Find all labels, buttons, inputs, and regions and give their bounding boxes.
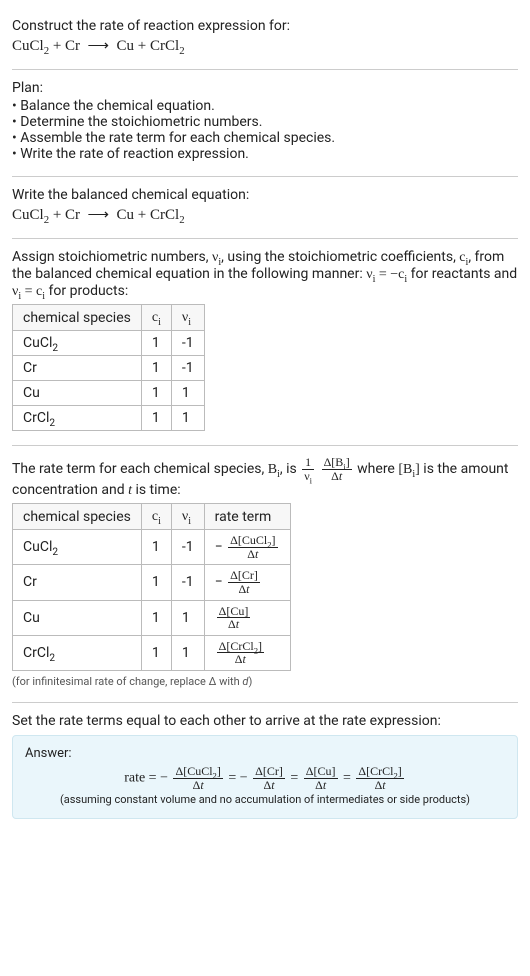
answer-equation: rate = − Δ[CuCl2]Δt = − Δ[Cr]Δt = Δ[Cu]Δ… [25, 765, 505, 791]
cell-rate: Δ[Cu]Δt [204, 600, 290, 635]
final-title: Set the rate terms equal to each other t… [12, 713, 518, 729]
table-row: Cu 1 1 [13, 381, 205, 406]
plan-item: Determine the stoichiometric numbers. [12, 114, 518, 130]
cell-ci: 1 [141, 635, 171, 670]
cell-ci: 1 [141, 406, 171, 431]
col-species: chemical species [13, 504, 142, 530]
table-row: Cr 1 -1 − Δ[Cr]Δt [13, 565, 291, 600]
rateterm-note: (for infinitesimal rate of change, repla… [12, 675, 518, 688]
cell-ci: 1 [141, 600, 171, 635]
final-section: Set the rate terms equal to each other t… [12, 707, 518, 823]
cell-rate: − Δ[Cr]Δt [204, 565, 290, 600]
cell-ci: 1 [141, 381, 171, 406]
cell-vi: -1 [171, 356, 204, 381]
cell-species: Cu [13, 381, 142, 406]
rateterm-section: The rate term for each chemical species,… [12, 450, 518, 698]
balanced-title: Write the balanced chemical equation: [12, 187, 518, 203]
prompt-section: Construct the rate of reaction expressio… [12, 12, 518, 65]
stoich-table: chemical species ci νi CuCl2 1 -1 Cr 1 -… [12, 304, 205, 431]
reaction-equation: CuCl2 + Cr ⟶ Cu + CrCl2 [12, 36, 518, 55]
prompt-text: Construct the rate of reaction expressio… [12, 18, 518, 34]
table-row: CuCl2 1 -1 − Δ[CuCl2]Δt [13, 530, 291, 565]
stoich-section: Assign stoichiometric numbers, νi, using… [12, 243, 518, 441]
cell-vi: 1 [171, 406, 204, 431]
cell-species: CrCl2 [13, 635, 142, 670]
col-rateterm: rate term [204, 504, 290, 530]
answer-label: Answer: [25, 746, 505, 761]
plan-item: Balance the chemical equation. [12, 98, 518, 114]
table-row: Cu 1 1 Δ[Cu]Δt [13, 600, 291, 635]
stoich-explain: Assign stoichiometric numbers, νi, using… [12, 249, 518, 300]
cell-ci: 1 [141, 331, 171, 356]
divider [12, 445, 518, 446]
rateterm-explain: The rate term for each chemical species,… [12, 456, 518, 499]
table-row: CuCl2 1 -1 [13, 331, 205, 356]
cell-vi: -1 [171, 530, 204, 565]
cell-rate: − Δ[CuCl2]Δt [204, 530, 290, 565]
plan-list: Balance the chemical equation. Determine… [12, 98, 518, 162]
cell-ci: 1 [141, 565, 171, 600]
table-row: Cr 1 -1 [13, 356, 205, 381]
cell-species: CuCl2 [13, 331, 142, 356]
table-row: CrCl2 1 1 [13, 406, 205, 431]
plan-title: Plan: [12, 80, 518, 96]
divider [12, 69, 518, 70]
col-ci: ci [141, 504, 171, 530]
balanced-section: Write the balanced chemical equation: Cu… [12, 181, 518, 234]
col-vi: νi [171, 305, 204, 331]
table-header-row: chemical species ci νi rate term [13, 504, 291, 530]
cell-species: CrCl2 [13, 406, 142, 431]
table-row: CrCl2 1 1 Δ[CrCl2]Δt [13, 635, 291, 670]
cell-species: Cr [13, 356, 142, 381]
cell-rate: Δ[CrCl2]Δt [204, 635, 290, 670]
cell-vi: 1 [171, 600, 204, 635]
table-header-row: chemical species ci νi [13, 305, 205, 331]
divider [12, 702, 518, 703]
plan-section: Plan: Balance the chemical equation. Det… [12, 74, 518, 172]
rateterm-table: chemical species ci νi rate term CuCl2 1… [12, 503, 291, 671]
cell-vi: 1 [171, 381, 204, 406]
col-species: chemical species [13, 305, 142, 331]
answer-box: Answer: rate = − Δ[CuCl2]Δt = − Δ[Cr]Δt … [12, 735, 518, 819]
cell-vi: -1 [171, 331, 204, 356]
cell-species: Cr [13, 565, 142, 600]
plan-item: Write the rate of reaction expression. [12, 146, 518, 162]
cell-ci: 1 [141, 530, 171, 565]
cell-ci: 1 [141, 356, 171, 381]
answer-note: (assuming constant volume and no accumul… [25, 793, 505, 806]
cell-species: CuCl2 [13, 530, 142, 565]
cell-species: Cu [13, 600, 142, 635]
divider [12, 238, 518, 239]
col-ci: ci [141, 305, 171, 331]
divider [12, 176, 518, 177]
col-vi: νi [171, 504, 204, 530]
balanced-equation: CuCl2 + Cr ⟶ Cu + CrCl2 [12, 205, 518, 224]
cell-vi: -1 [171, 565, 204, 600]
plan-item: Assemble the rate term for each chemical… [12, 130, 518, 146]
cell-vi: 1 [171, 635, 204, 670]
